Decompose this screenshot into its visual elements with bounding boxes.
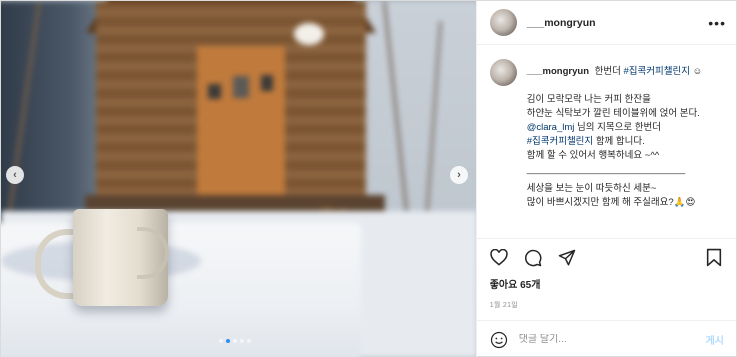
- post-comment-button[interactable]: 게시: [706, 332, 724, 347]
- hashtag-link[interactable]: #집콕커피챌린지: [527, 136, 593, 147]
- comment-icon[interactable]: [523, 248, 543, 268]
- caption-area: ___mongryun 한번더 #집콕커피챌린지 ☺ 김이 모락모락 나는 커피…: [477, 45, 736, 238]
- carousel-indicator: [219, 339, 251, 343]
- carousel-dot-active: [226, 339, 230, 343]
- photo-background: [1, 1, 476, 357]
- post-photo[interactable]: ‹ ›: [1, 1, 476, 357]
- caption-line-rest: 님의 지목으로 한번더: [577, 122, 661, 133]
- hashtag-link[interactable]: #집콕커피챌린지: [624, 66, 690, 77]
- carousel-dot: [233, 339, 237, 343]
- heart-icon[interactable]: [489, 248, 509, 268]
- caption-username[interactable]: ___mongryun: [527, 66, 589, 77]
- comment-input[interactable]: [518, 334, 706, 345]
- caption-line: 함께 할 수 있어서 행복하네요 ~^^: [526, 150, 660, 161]
- header-username[interactable]: ___mongryun: [527, 17, 709, 29]
- carousel-prev-button[interactable]: ‹: [6, 166, 24, 184]
- avatar[interactable]: [489, 9, 517, 36]
- caption-divider: ______________________________: [526, 164, 686, 175]
- caption: ___mongryun 한번더 #집콕커피챌린지 ☺ 김이 모락모락 나는 커피…: [489, 59, 723, 210]
- caption-line: 많이 바쁘시겠지만 함께 해 주실래요?🙏😍: [526, 197, 696, 208]
- instagram-post: ‹ › ___mongryun ••• ___mongryun 한번더 #집콕커…: [0, 0, 737, 357]
- mention-link[interactable]: @clara_lmj: [527, 122, 575, 133]
- caption-emoji: ☺: [692, 66, 703, 77]
- carousel-dot: [219, 339, 223, 343]
- caption-text: ___mongryun 한번더 #집콕커피챌린지 ☺ 김이 모락모락 나는 커피…: [527, 59, 703, 210]
- share-icon[interactable]: [557, 248, 577, 268]
- bookmark-icon[interactable]: [704, 248, 724, 268]
- caption-inline-text: 한번더: [594, 66, 621, 77]
- action-bar: [476, 238, 736, 276]
- post-header: ___mongryun •••: [476, 1, 736, 45]
- caption-line: 세상을 보는 눈이 따듯하신 세분~: [526, 183, 657, 194]
- post-date[interactable]: 1월 21일: [477, 300, 736, 314]
- like-count[interactable]: 좋아요 65개: [477, 276, 736, 291]
- avatar[interactable]: [489, 59, 517, 86]
- carousel-dot: [240, 339, 244, 343]
- emoji-icon[interactable]: [489, 330, 509, 350]
- caption-line: 하얀눈 식탁보가 깔린 테이블위에 얹어 본다.: [526, 108, 700, 119]
- caption-line-rest: 함께 합니다.: [595, 136, 645, 147]
- carousel-next-button[interactable]: ›: [450, 166, 468, 184]
- comment-bar: 게시: [476, 320, 736, 357]
- carousel-dot: [247, 339, 251, 343]
- more-options-icon[interactable]: •••: [708, 15, 726, 31]
- post-side-panel: ___mongryun ••• ___mongryun 한번더 #집콕커피챌린지…: [475, 1, 736, 357]
- caption-line: 김이 모락모락 나는 커피 한잔을: [526, 94, 651, 105]
